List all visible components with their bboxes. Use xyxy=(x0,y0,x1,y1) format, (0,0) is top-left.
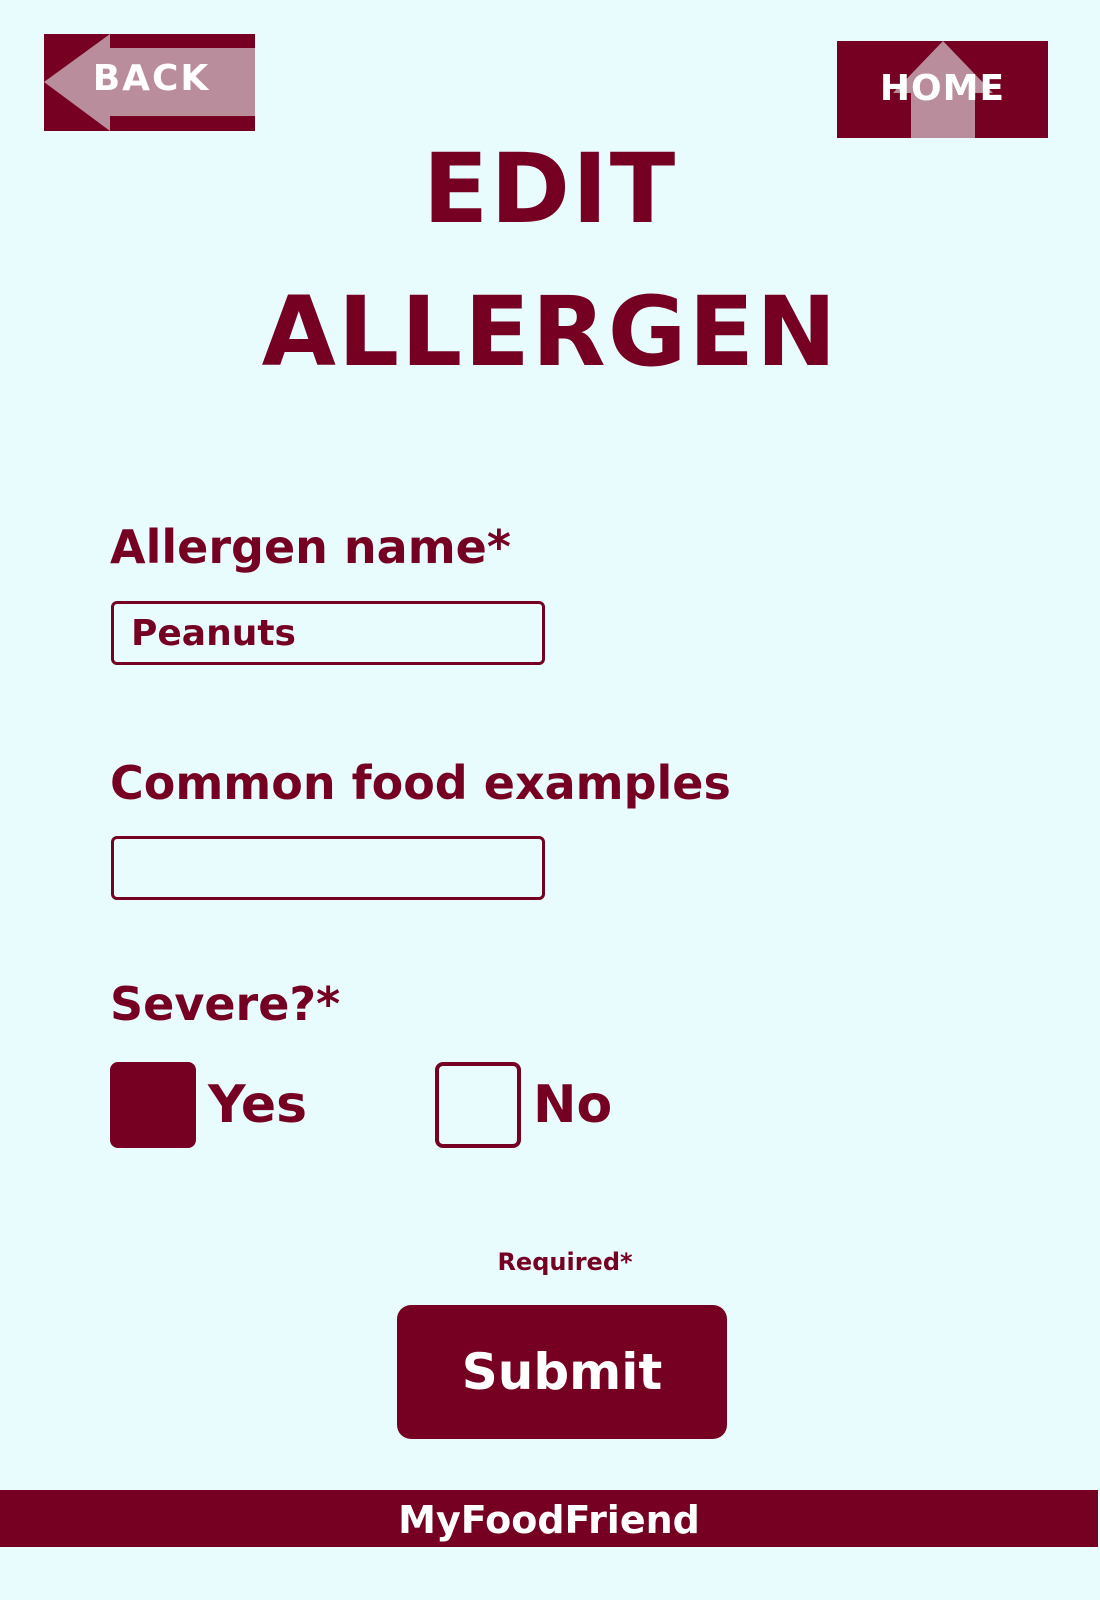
allergen-name-label: Allergen name* xyxy=(110,520,511,574)
back-button-label: BACK xyxy=(92,58,211,99)
severe-yes-option[interactable]: Yes xyxy=(110,1062,307,1148)
page-title-line2: ALLERGEN xyxy=(261,276,839,388)
required-note: Required* xyxy=(497,1248,633,1276)
severe-no-option[interactable]: No xyxy=(435,1062,612,1148)
food-examples-label: Common food examples xyxy=(110,756,731,810)
severe-label: Severe?* xyxy=(110,977,341,1031)
food-examples-input[interactable] xyxy=(111,836,545,900)
back-button[interactable]: BACK xyxy=(44,34,255,131)
footer-brand: MyFoodFriend xyxy=(0,1490,1098,1547)
submit-button[interactable]: Submit xyxy=(397,1305,727,1439)
severe-yes-checkbox[interactable] xyxy=(110,1062,196,1148)
severe-no-checkbox[interactable] xyxy=(435,1062,521,1148)
allergen-name-input[interactable] xyxy=(111,601,545,665)
severe-yes-label: Yes xyxy=(208,1075,308,1135)
page-title-line1: EDIT xyxy=(422,133,678,245)
home-button-label: HOME xyxy=(879,68,1006,109)
page-title: EDIT ALLERGEN xyxy=(0,118,1100,404)
severe-no-label: No xyxy=(533,1075,613,1135)
